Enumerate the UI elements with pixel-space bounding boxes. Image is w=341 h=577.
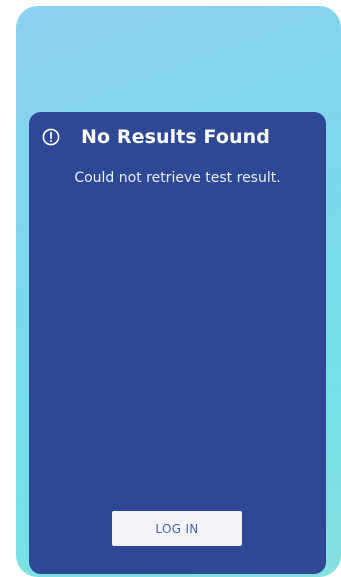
card-header: No Results Found	[42, 126, 270, 148]
error-message: Could not retrieve test result.	[74, 170, 281, 186]
result-card: No Results Found Could not retrieve test…	[29, 112, 326, 574]
card-title: No Results Found	[81, 126, 270, 148]
login-button[interactable]: LOG IN	[112, 511, 242, 546]
alert-circle-icon	[42, 128, 60, 146]
app-screen: No Results Found Could not retrieve test…	[16, 6, 341, 577]
